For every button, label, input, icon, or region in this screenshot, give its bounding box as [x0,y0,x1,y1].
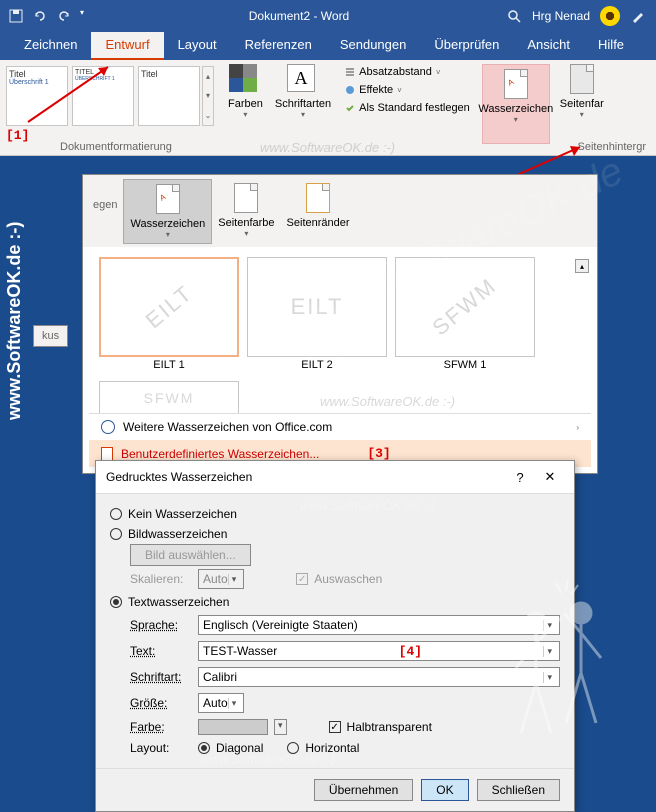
qat-dropdown-icon[interactable]: ▾ [80,8,84,24]
group-label-background: Seitenhintergr [578,141,647,153]
wm-label-2: EILT 2 [247,357,387,373]
fonts-button[interactable]: A Schriftarten▾ [269,60,337,155]
user-name: Hrg Nenad [532,9,590,23]
colors-button[interactable]: Farben▾ [222,60,269,155]
watermark-preview-eilt2[interactable]: EILT [247,257,387,357]
style-preview-1[interactable]: TitelÜberschrift 1 [6,66,68,126]
tab-ansicht[interactable]: Ansicht [513,32,584,60]
help-button[interactable]: ? [506,467,534,487]
search-icon[interactable] [506,8,522,24]
brush-icon[interactable] [630,8,646,24]
tab-zeichnen[interactable]: Zeichnen [10,32,91,60]
size-combo[interactable]: Auto▾ [198,693,244,713]
tab-sendungen[interactable]: Sendungen [326,32,421,60]
save-icon[interactable] [8,8,24,24]
popup-borders-button[interactable]: Seitenränder [281,179,356,233]
default-icon [345,103,355,113]
group-label-formatting: Dokumentformatierung [60,141,172,153]
radio-image-watermark[interactable]: Bildwasserzeichen [110,524,560,544]
watermark-icon: A [156,184,180,214]
dialog-title: Gedrucktes Wasserzeichen [106,470,252,484]
style-preview-2[interactable]: TITELÜBERSCHRIFT 1 [72,66,134,126]
ok-button[interactable]: OK [421,779,468,801]
undo-icon[interactable] [32,8,48,24]
set-default-button[interactable]: Als Standard festlegen [341,100,474,116]
semitransparent-checkbox[interactable] [329,721,341,733]
marker-4: [4] [399,644,422,659]
cutoff-label: egen [87,179,123,231]
decorative-sketch-icon [486,573,626,753]
title-bar: ▾ Dokument2 - Word Hrg Nenad [0,0,656,32]
watermark-preview-sfwm1[interactable]: SFWM [395,257,535,357]
washout-checkbox [296,573,308,585]
tab-ueberpruefen[interactable]: Überprüfen [420,32,513,60]
wm-label-3: SFWM 1 [395,357,535,373]
user-avatar-icon[interactable] [600,6,620,26]
watermark-preview-eilt1[interactable]: EILT [99,257,239,357]
cancel-button[interactable]: Schließen [477,779,560,801]
page-borders-icon [306,183,330,213]
tab-referenzen[interactable]: Referenzen [231,32,326,60]
effects-button[interactable]: Effekte ˅ [341,82,474,98]
radio-diagonal[interactable] [198,742,210,754]
watermark-gallery-popup: egen A Wasserzeichen▾ Seitenfarbe▾ Seite… [82,174,598,474]
spacing-icon [345,67,355,77]
marker-1: [1] [6,128,29,143]
effects-icon [345,85,355,95]
tab-entwurf[interactable]: Entwurf [91,32,163,60]
color-picker[interactable] [198,719,268,735]
style-preview-3[interactable]: Titel [138,66,200,126]
document-title: Dokument2 - Word [92,9,506,23]
popup-pagecolor-button[interactable]: Seitenfarbe▾ [212,179,280,242]
tab-layout[interactable]: Layout [164,32,231,60]
styles-dropdown[interactable]: ▴▾⌄ [202,66,214,126]
ribbon-tabs: Zeichnen Entwurf Layout Referenzen Sendu… [0,32,656,60]
document-icon [101,447,113,461]
ribbon-entwurf: TitelÜberschrift 1 TITELÜBERSCHRIFT 1 Ti… [0,60,656,156]
side-watermark: www.SoftwareOK.de :-) [4,222,25,420]
watermark-preview-sfwm2[interactable]: SFWM [99,381,239,413]
fonts-icon: A [287,64,315,92]
page-color-icon [234,183,258,213]
gallery-scroll-up[interactable]: ▴ [575,259,589,273]
popup-watermark-button[interactable]: A Wasserzeichen▾ [123,179,212,244]
wm-label-1: EILT 1 [99,357,239,373]
more-watermarks-item[interactable]: Weitere Wasserzeichen von Office.com › [89,414,591,440]
paragraph-spacing-button[interactable]: Absatzabstand ˅ [341,64,474,80]
chevron-right-icon: › [576,423,579,432]
tab-hilfe[interactable]: Hilfe [584,32,638,60]
page-color-icon [570,64,594,94]
select-image-button[interactable]: Bild auswählen... [130,544,251,566]
colors-icon [229,64,257,92]
watermark-icon: A [504,69,528,99]
apply-button[interactable]: Übernehmen [314,779,413,801]
scale-combo: Auto▾ [198,569,244,589]
close-icon[interactable]: ✕ [536,467,564,487]
redo-icon[interactable] [56,8,72,24]
cutoff-kus: kus [33,325,68,347]
radio-horizontal[interactable] [287,742,299,754]
radio-no-watermark[interactable]: Kein Wasserzeichen [110,504,560,524]
marker-3: [3] [367,446,390,461]
globe-icon [101,420,115,434]
watermark-button[interactable]: A Wasserzeichen▾ [482,64,550,144]
